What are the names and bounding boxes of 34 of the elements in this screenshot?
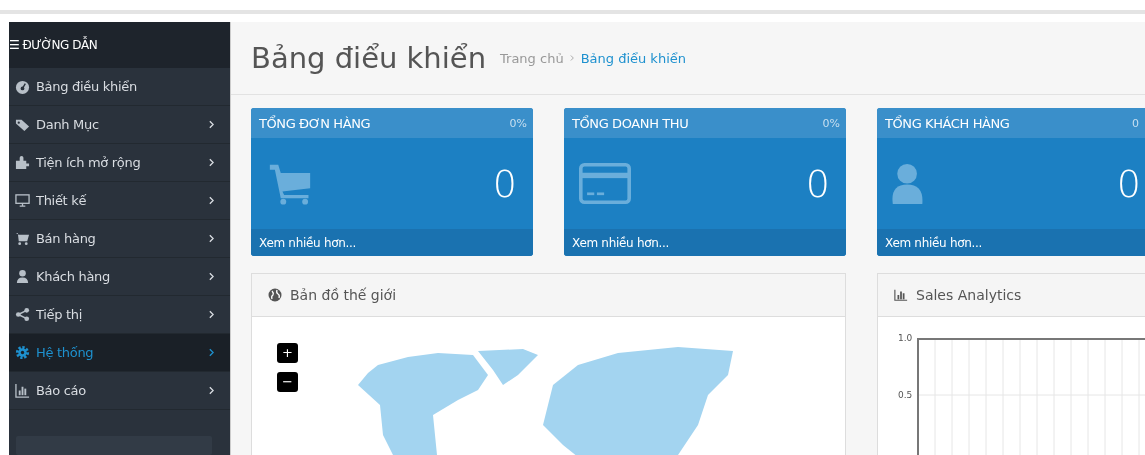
stat-value: 0 <box>805 161 830 206</box>
cart-icon <box>15 230 30 246</box>
stat-value: 0 <box>492 161 517 206</box>
puzzle-icon <box>15 154 30 170</box>
page-title: Bảng điểu khiển <box>251 41 487 75</box>
panel-title: Bản đồ thế giới <box>290 287 397 303</box>
gauge-icon <box>15 78 30 94</box>
card-title: TỔNG ĐƠN HÀNG <box>259 115 371 131</box>
axis-tick-label: 1.0 <box>898 333 913 343</box>
user-icon <box>891 162 925 205</box>
nav-item[interactable]: Hệ thống <box>9 333 230 372</box>
axis-tick-label: 0.5 <box>898 390 913 400</box>
chevron-icon <box>569 53 575 63</box>
zoom-out-button[interactable]: − <box>277 372 298 392</box>
zoom-in-button[interactable]: + <box>277 343 298 363</box>
percent-text: 0% <box>509 116 527 130</box>
panel-title: Sales Analytics <box>916 287 1022 303</box>
card-title: TỔNG DOANH THU <box>572 115 689 131</box>
view-more-link[interactable]: Xem nhiều hơn... <box>259 235 357 250</box>
gear-icon <box>15 344 30 360</box>
monitor-icon <box>15 192 30 208</box>
bars-icon <box>15 382 30 398</box>
card-icon <box>578 162 632 205</box>
bar-chart-icon <box>894 288 908 302</box>
percent-text: 0% <box>822 116 840 130</box>
user-icon <box>15 268 30 284</box>
view-more-link[interactable]: Xem nhiều hơn... <box>572 235 670 250</box>
card-title: TỔNG KHÁCH HÀNG <box>885 115 1010 131</box>
globe-icon <box>268 288 282 302</box>
stat-value: 0 <box>1116 161 1141 206</box>
sidebar-title: ☰ ĐƯỜNG DẪN <box>9 22 230 68</box>
share-icon <box>15 306 30 322</box>
nav-item[interactable]: Bảng điều khiển <box>9 67 230 106</box>
percent-text: 0 <box>1132 116 1139 130</box>
